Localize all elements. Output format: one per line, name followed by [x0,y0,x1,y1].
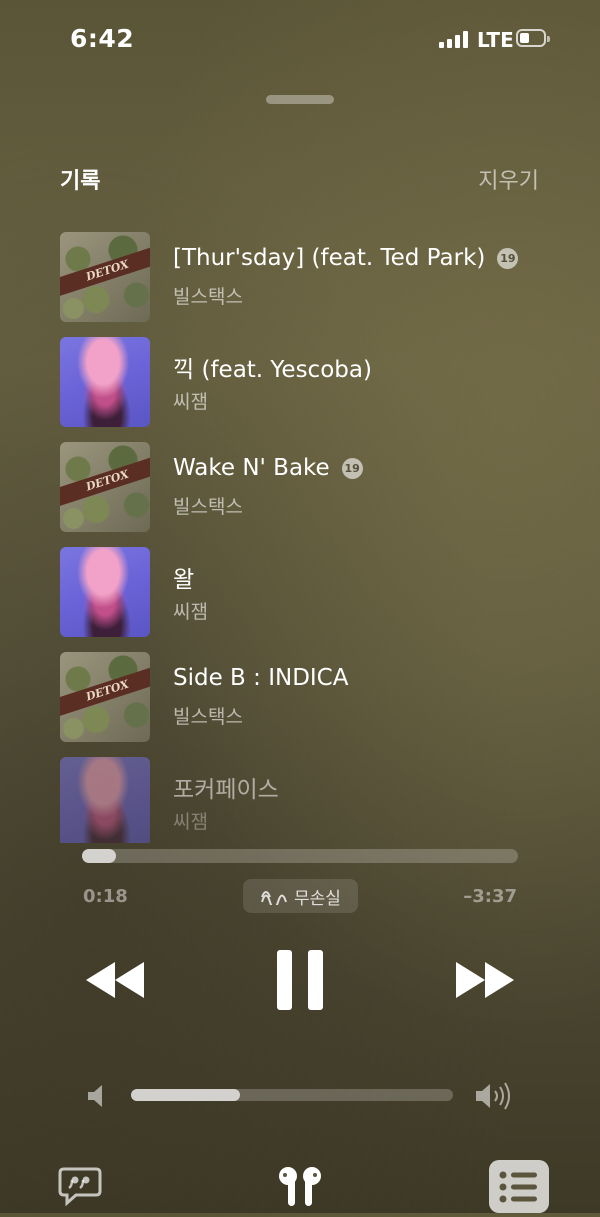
volume-high-icon [476,1082,510,1110]
lyrics-icon[interactable] [58,1166,102,1206]
history-track-row[interactable]: 왈 씨잼 [60,547,540,637]
volume-slider[interactable] [131,1089,453,1101]
track-title: 포커페이스 [173,777,279,803]
track-artist: 씨잼 [173,601,208,623]
explicit-badge-icon: 19 [341,457,363,479]
track-title: Wake N' Bake 19 [173,455,363,481]
track-artist: 빌스택스 [173,706,243,728]
track-title: [Thur'sday] (feat. Ted Park) 19 [173,245,519,271]
history-title: 기록 [60,169,101,194]
status-time: 6:42 [70,24,135,53]
cellular-signal-icon [439,30,469,48]
lossless-waveform-icon [261,891,287,905]
network-type: LTE [477,28,514,52]
pause-icon[interactable] [275,950,325,1010]
clear-history-button[interactable]: 지우기 [478,163,539,195]
airpods-icon[interactable] [276,1166,324,1208]
sheet-grabber[interactable] [266,95,334,104]
album-art [60,547,150,637]
album-art [60,337,150,427]
history-track-row[interactable]: 포커페이스 씨잼 [60,757,540,843]
battery-icon [516,29,550,47]
history-track-row[interactable]: DETOX Wake N' Bake 19 빌스택스 [60,442,540,532]
album-art: DETOX [60,652,150,742]
track-title: 끽 (feat. Yescoba) [173,357,372,383]
track-title: 왈 [173,567,195,593]
elapsed-time: 0:18 [83,886,128,907]
lossless-label: 무손실 [294,888,341,909]
history-track-row[interactable]: DETOX Side B : INDICA 빌스택스 [60,652,540,742]
track-artist: 씨잼 [173,811,208,833]
album-art [60,757,150,843]
remaining-time: –3:37 [463,886,517,907]
rewind-icon[interactable] [84,958,146,1002]
history-track-row[interactable]: DETOX [Thur'sday] (feat. Ted Park) 19 빌스택… [60,232,540,322]
playback-scrubber[interactable] [82,849,518,863]
album-art: DETOX [60,442,150,532]
track-artist: 빌스택스 [173,496,243,518]
fast-forward-icon[interactable] [454,958,516,1002]
track-artist: 빌스택스 [173,286,243,308]
queue-icon [499,1171,537,1203]
track-artist: 씨잼 [173,391,208,413]
track-title: Side B : INDICA [173,665,349,691]
queue-button[interactable] [489,1160,549,1213]
volume-low-icon [88,1085,102,1107]
album-art: DETOX [60,232,150,322]
lossless-badge[interactable]: 무손실 [243,879,358,913]
explicit-badge-icon: 19 [497,247,519,269]
history-track-row[interactable]: 끽 (feat. Yescoba) 씨잼 [60,337,540,427]
